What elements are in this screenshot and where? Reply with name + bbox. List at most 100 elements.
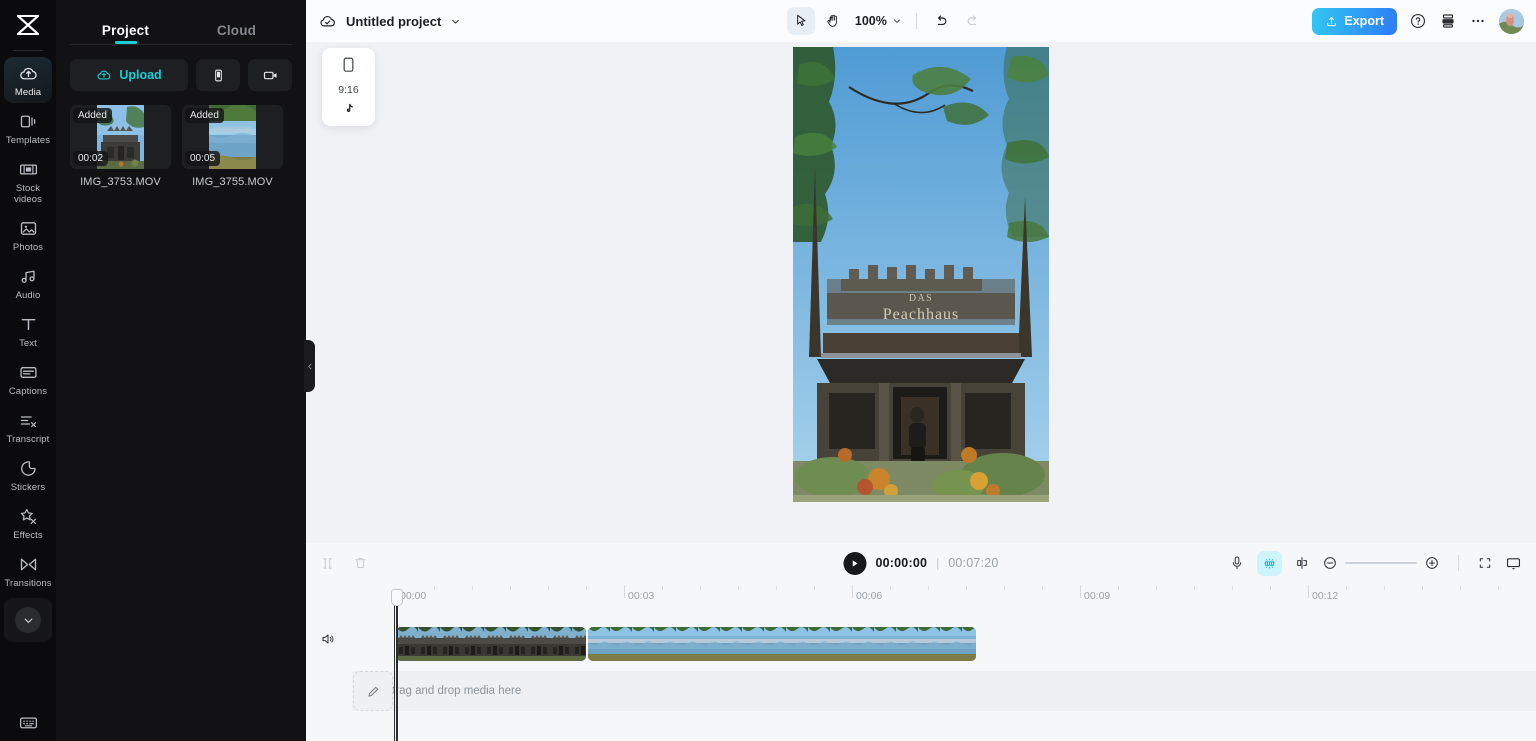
aspect-ratio-value: 9:16 xyxy=(338,84,359,96)
sidebar-item-label: Photos xyxy=(12,242,44,253)
top-right-actions: Export xyxy=(1312,7,1524,35)
app-logo[interactable] xyxy=(0,0,56,50)
hand-tool-button[interactable] xyxy=(819,7,847,35)
track-edit-button[interactable] xyxy=(353,671,393,711)
track-mute-button[interactable] xyxy=(320,631,336,652)
photos-icon xyxy=(20,222,36,235)
media-item[interactable]: Added 00:02 IMG_3753.MOV xyxy=(70,105,171,188)
ruler-minor-tick xyxy=(1422,586,1423,590)
status-badge: Added xyxy=(185,108,224,123)
ruler-minor-tick xyxy=(738,586,739,590)
zoom-out-icon[interactable] xyxy=(1322,555,1338,571)
ruler-minor-tick xyxy=(1118,586,1119,590)
sidebar-item-label: Effects xyxy=(13,530,43,541)
export-button[interactable]: Export xyxy=(1312,7,1397,35)
fullscreen-icon[interactable] xyxy=(1477,555,1493,571)
zoom-level-dropdown[interactable]: 100% xyxy=(851,14,906,28)
playhead[interactable] xyxy=(391,589,403,741)
timeline-body[interactable]: 00:00 00:03 00:06 00:09 00:12 Drag and d… xyxy=(306,583,1536,741)
import-from-phone-button[interactable] xyxy=(196,59,240,91)
select-tool-button[interactable] xyxy=(786,7,815,35)
upload-arrow-icon xyxy=(1327,16,1337,26)
status-badge: Added xyxy=(73,108,112,123)
more-horizontal-icon[interactable] xyxy=(1469,12,1487,30)
sidebar-item-captions[interactable]: Captions xyxy=(4,356,52,402)
zoom-slider-track[interactable] xyxy=(1345,562,1417,564)
trash-icon[interactable] xyxy=(353,555,368,571)
sidebar-more-button[interactable] xyxy=(4,598,52,642)
filmstrip-frame xyxy=(610,627,632,661)
panel-collapse-button[interactable] xyxy=(304,340,315,392)
filmstrip-frame xyxy=(918,627,940,661)
media-item[interactable]: Added 00:05 IMG_3755.MOV xyxy=(182,105,283,188)
sidebar-item-media[interactable]: Media xyxy=(4,57,52,103)
sidebar-item-stickers[interactable]: Stickers xyxy=(4,452,52,498)
keyboard-shortcuts-icon xyxy=(19,717,37,729)
split-clip-icon[interactable] xyxy=(320,556,335,571)
layers-stack-icon[interactable] xyxy=(1439,12,1457,30)
media-filename: IMG_3753.MOV xyxy=(80,176,161,188)
sidebar-item-templates[interactable]: Templates xyxy=(4,105,52,151)
aspect-ratio-card[interactable]: 9:16 xyxy=(322,48,375,126)
transitions-icon xyxy=(20,558,36,571)
media-drop-zone[interactable]: Drag and drop media here xyxy=(352,671,1536,711)
timeline-clip[interactable] xyxy=(396,627,586,661)
timeline-toolbar: 00:00:00 | 00:07:20 xyxy=(306,543,1536,583)
project-menu[interactable]: Untitled project xyxy=(318,12,461,31)
top-bar: Untitled project 100% Export xyxy=(306,0,1536,42)
keyboard-shortcuts-button[interactable] xyxy=(0,712,56,733)
video-preview-canvas[interactable]: DAS Peachhaus xyxy=(793,47,1049,502)
media-grid: Added 00:02 IMG_3753.MOV Added 00:05 IMG… xyxy=(56,91,306,188)
sidebar-item-photos[interactable]: Photos xyxy=(4,212,52,258)
play-icon xyxy=(852,559,858,567)
sidebar-item-audio[interactable]: Audio xyxy=(4,260,52,306)
sidebar-item-text[interactable]: Text xyxy=(4,308,52,354)
upload-button[interactable]: Upload xyxy=(70,59,188,91)
ruler-minor-tick xyxy=(1156,586,1157,590)
ruler-minor-tick xyxy=(548,586,549,590)
playback-controls: 00:00:00 | 00:07:20 xyxy=(843,551,998,575)
split-marker-icon[interactable] xyxy=(1294,555,1310,571)
media-thumbnail[interactable]: Added 00:02 xyxy=(70,105,171,169)
auto-cut-button[interactable] xyxy=(1257,550,1282,576)
help-circle-icon[interactable] xyxy=(1409,12,1427,30)
sidebar-item-transcript[interactable]: Transcript xyxy=(4,404,52,450)
tab-cloud[interactable]: Cloud xyxy=(181,0,292,44)
filmstrip-frame xyxy=(484,627,506,661)
ruler-label: 00:06 xyxy=(856,590,883,602)
microphone-icon[interactable] xyxy=(1229,555,1245,571)
ruler-minor-tick xyxy=(1460,586,1461,590)
media-thumbnail[interactable]: Added 00:05 xyxy=(182,105,283,169)
timeline-edit-actions xyxy=(320,555,368,571)
ruler-minor-tick xyxy=(662,586,663,590)
filmstrip-frame xyxy=(896,627,918,661)
ruler-minor-tick xyxy=(700,586,701,590)
redo-button[interactable] xyxy=(959,7,987,35)
timeline-clip[interactable] xyxy=(588,627,976,661)
timeline-ruler[interactable]: 00:00 00:03 00:06 00:09 00:12 xyxy=(306,583,1536,605)
sidebar-item-label: Transitions xyxy=(4,578,52,589)
tab-project[interactable]: Project xyxy=(70,0,181,44)
canvas-tools: 100% xyxy=(786,7,987,35)
sidebar-item-stock-videos[interactable]: Stock videos xyxy=(4,153,52,210)
stickers-icon xyxy=(20,461,36,476)
filmstrip-frame xyxy=(396,627,418,661)
ruler-minor-tick xyxy=(1346,586,1347,590)
sidebar-item-transitions[interactable]: Transitions xyxy=(4,548,52,594)
zoom-slider[interactable] xyxy=(1322,555,1440,571)
undo-button[interactable] xyxy=(927,7,955,35)
filmstrip-frame xyxy=(572,627,586,661)
ruler-minor-tick xyxy=(1042,586,1043,590)
display-monitor-icon[interactable] xyxy=(1505,555,1522,572)
zoom-in-icon[interactable] xyxy=(1424,555,1440,571)
sidebar-item-effects[interactable]: Effects xyxy=(4,500,52,546)
play-button[interactable] xyxy=(843,551,867,575)
playhead-handle[interactable] xyxy=(391,589,403,606)
sign-title: DAS xyxy=(909,293,933,304)
sidebar-item-label: Media xyxy=(14,87,42,98)
chevron-down-icon xyxy=(893,19,900,23)
cloud-media-icon xyxy=(19,67,37,80)
ruler-major-tick xyxy=(852,585,853,598)
avatar[interactable] xyxy=(1498,8,1524,34)
record-button[interactable] xyxy=(248,59,292,91)
